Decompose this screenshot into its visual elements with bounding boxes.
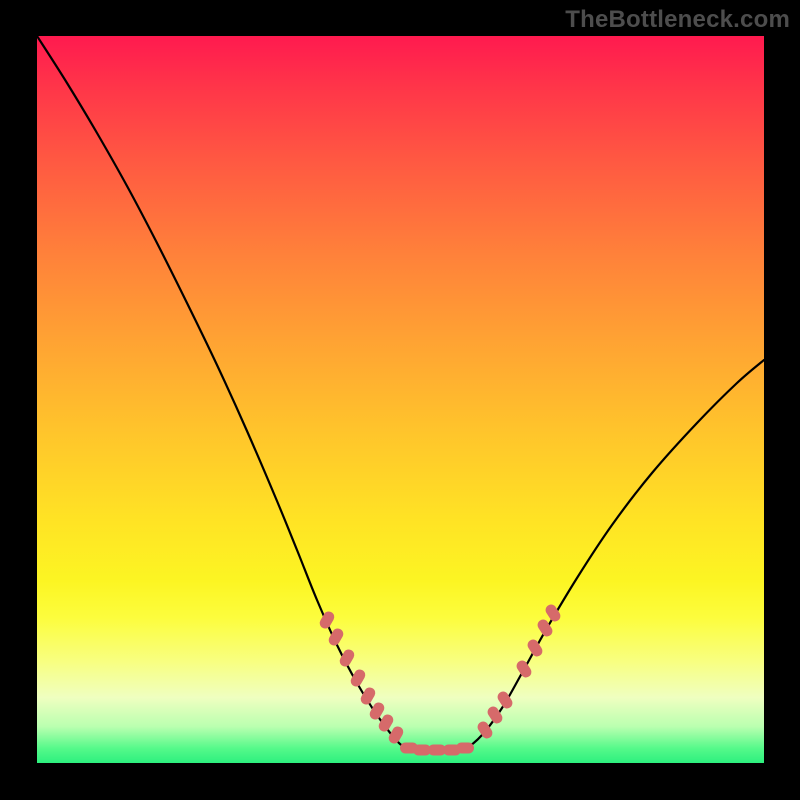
curve-marker: [514, 658, 533, 679]
gradient-plot-area: [37, 36, 764, 763]
curve-marker: [349, 667, 368, 688]
chart-svg: [37, 36, 764, 763]
watermark-text: TheBottleneck.com: [565, 6, 790, 34]
bottleneck-curve: [37, 36, 764, 751]
curve-marker: [456, 743, 474, 754]
marker-group: [318, 602, 563, 755]
curve-marker: [525, 637, 544, 658]
curve-marker: [318, 609, 337, 630]
curve-group: [37, 36, 764, 751]
